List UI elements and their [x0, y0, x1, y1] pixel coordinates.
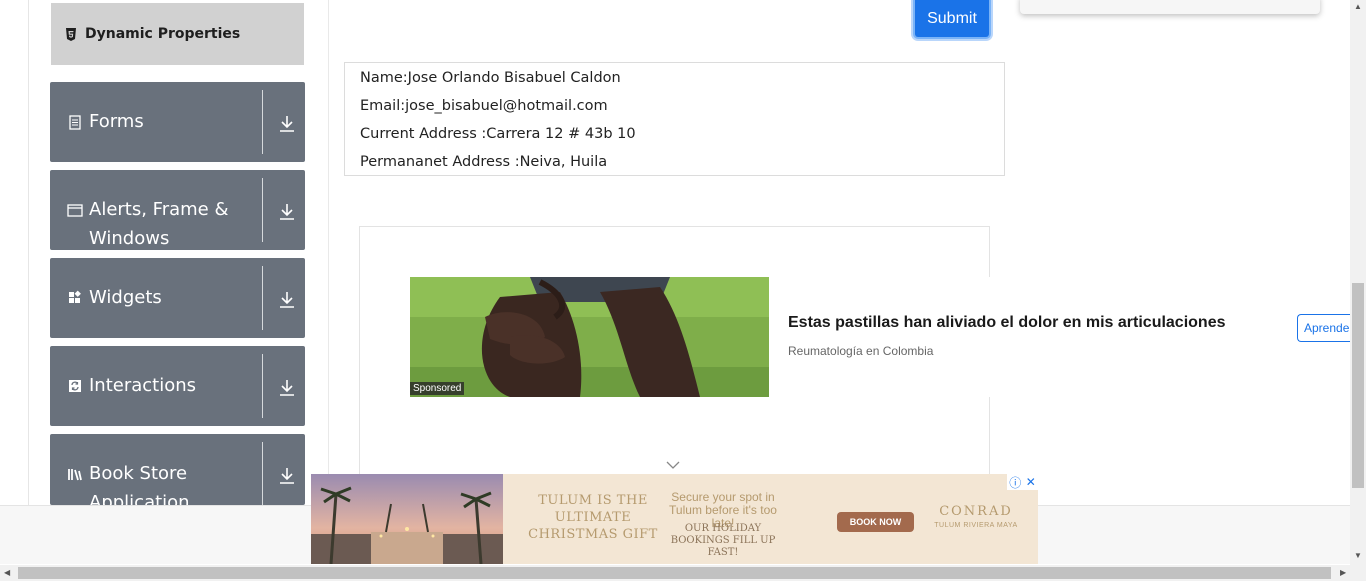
widgets-icon — [69, 290, 81, 303]
ad-image[interactable] — [410, 277, 769, 397]
group-header: Alerts, Frame & Windows — [67, 195, 267, 253]
banner-brand-sub: TULUM RIVIERA MAYA — [934, 522, 1018, 529]
banner-subline: OUR HOLIDAY BOOKINGS FILL UP FAST! — [670, 523, 776, 558]
sidebar-group-book-store[interactable]: Book Store Application — [50, 434, 305, 505]
group-separator — [262, 266, 263, 330]
output-box: Name:Jose Orlando Bisabuel Caldon Email:… — [344, 62, 1005, 176]
group-label: Interactions — [89, 375, 197, 396]
download-icon[interactable] — [278, 114, 296, 134]
group-header: Widgets — [67, 283, 267, 312]
scroll-down-arrow-icon[interactable]: ▼ — [1354, 551, 1362, 560]
download-icon[interactable] — [278, 378, 296, 398]
scroll-up-arrow-icon[interactable]: ▲ — [1354, 2, 1362, 11]
banner-headline: TULUM IS THE ULTIMATE CHRISTMAS GIFT — [528, 493, 658, 542]
form-icon — [69, 115, 81, 130]
page: Dynamic Properties Forms Alerts, Frame &… — [0, 0, 1366, 581]
info-icon[interactable]: ⓘ — [1009, 474, 1021, 491]
scroll-right-arrow-icon[interactable]: ▶ — [1340, 568, 1346, 577]
group-separator — [262, 90, 263, 154]
right-ad-card — [1020, 0, 1320, 14]
book-icon — [68, 469, 82, 481]
vertical-scroll-thumb[interactable] — [1352, 283, 1364, 488]
menu-item-dynamic-properties[interactable]: Dynamic Properties — [51, 3, 304, 65]
book-now-button[interactable]: BOOK NOW — [837, 512, 914, 532]
group-label: Alerts, Frame & Windows — [89, 199, 229, 249]
download-icon[interactable] — [278, 466, 296, 486]
sidebar-divider — [328, 0, 329, 505]
group-header: Forms — [67, 107, 267, 136]
submit-button[interactable]: Submit — [913, 0, 991, 39]
download-icon[interactable] — [278, 202, 296, 222]
group-header: Interactions — [67, 371, 267, 400]
group-label: Forms — [89, 111, 144, 132]
output-permanent-address: Permananet Address :Neiva, Huila — [360, 154, 608, 170]
adchoices-controls[interactable]: ⓘ ✕ — [1007, 474, 1038, 490]
group-label: Book Store Application — [89, 463, 190, 505]
horizontal-scroll-thumb[interactable] — [18, 567, 1331, 579]
sidebar-group-forms[interactable]: Forms — [50, 82, 305, 162]
banner-brand: CONRAD — [939, 504, 1013, 519]
group-separator — [262, 178, 263, 242]
output-email: Email:jose_bisabuel@hotmail.com — [360, 98, 608, 114]
group-header: Book Store Application — [67, 459, 267, 505]
sidebar-group-widgets[interactable]: Widgets — [50, 258, 305, 338]
bottom-banner-ad[interactable]: TULUM IS THE ULTIMATE CHRISTMAS GIFT Sec… — [311, 474, 1038, 564]
interactions-icon — [69, 380, 81, 392]
sidebar-group-interactions[interactable]: Interactions — [50, 346, 305, 426]
left-border — [28, 0, 29, 505]
sidebar-group-alerts[interactable]: Alerts, Frame & Windows — [50, 170, 305, 250]
html5-icon — [66, 27, 76, 41]
ad-source: Reumatología en Colombia — [788, 344, 934, 358]
output-name: Name:Jose Orlando Bisabuel Caldon — [360, 70, 621, 86]
group-separator — [262, 354, 263, 418]
menu-item-label: Dynamic Properties — [85, 26, 241, 42]
output-current-address: Current Address :Carrera 12 # 43b 10 — [360, 126, 636, 142]
sponsored-label: Sponsored — [410, 382, 465, 395]
ad-title[interactable]: Estas pastillas han aliviado el dolor en… — [788, 314, 1226, 332]
window-icon — [67, 204, 83, 217]
download-icon[interactable] — [278, 290, 296, 310]
resort-image — [311, 474, 503, 564]
group-label: Widgets — [89, 287, 162, 308]
group-separator — [262, 442, 263, 505]
scroll-left-arrow-icon[interactable]: ◀ — [4, 568, 10, 577]
chevron-down-icon[interactable] — [666, 460, 680, 470]
sponsored-ad[interactable]: Sponsored Estas pastillas han aliviado e… — [410, 277, 1353, 397]
close-icon[interactable]: ✕ — [1026, 475, 1036, 489]
ad-learn-more-button[interactable]: Aprende — [1297, 314, 1353, 342]
